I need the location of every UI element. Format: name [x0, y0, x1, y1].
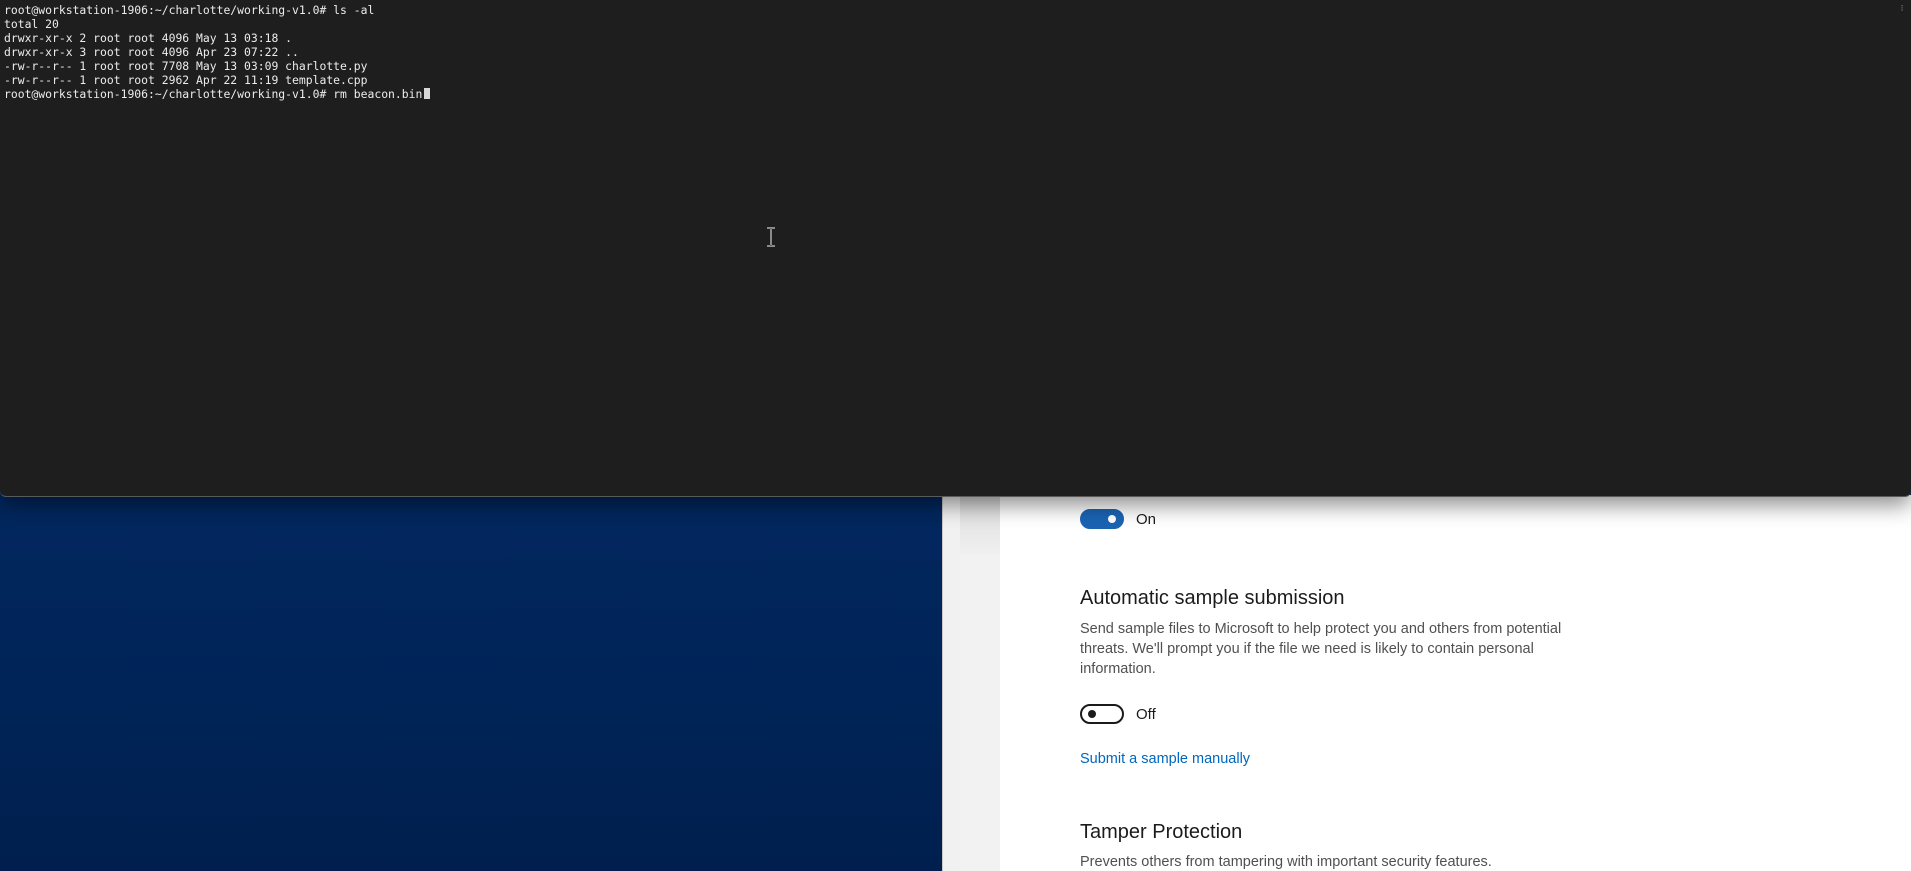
terminal-line: drwxr-xr-x 3 root root 4096 Apr 23 07:22… [4, 45, 299, 59]
automatic-sample-submission-title: Automatic sample submission [1080, 587, 1345, 609]
terminal-output: root@workstation-1906:~/charlotte/workin… [4, 3, 431, 101]
terminal-line: -rw-r--r-- 1 root root 2962 Apr 22 11:19… [4, 73, 368, 87]
window-edge [942, 495, 961, 871]
tamper-protection-title: Tamper Protection [1080, 821, 1243, 843]
automatic-sample-submission-toggle[interactable] [1080, 704, 1124, 724]
terminal-prompt: root@workstation-1906:~/charlotte/workin… [4, 87, 327, 101]
terminal-line: total 20 [4, 17, 59, 31]
terminal-line: -rw-r--r-- 1 root root 7708 May 13 03:09… [4, 59, 368, 73]
terminal-line: root@workstation-1906:~/charlotte/workin… [4, 3, 375, 17]
tamper-protection-description: Prevents others from tampering with impo… [1080, 854, 1492, 870]
desktop: On Automatic sample submission Send samp… [0, 0, 1911, 871]
cloud-protection-toggle[interactable] [1080, 509, 1124, 529]
text-cursor [424, 88, 431, 99]
desktop-wallpaper [0, 495, 942, 871]
settings-content-pane: On Automatic sample submission Send samp… [1000, 495, 1911, 871]
terminal-window[interactable]: root@workstation-1906:~/charlotte/workin… [0, 0, 1911, 497]
terminal-current-input[interactable]: rm beacon.bin [333, 87, 422, 101]
windows-security-window: On Automatic sample submission Send samp… [960, 495, 1911, 871]
automatic-sample-submission-description: Send sample files to Microsoft to help p… [1080, 621, 1562, 677]
terminal-line: drwxr-xr-x 2 root root 4096 May 13 03:18… [4, 31, 293, 45]
scrollbar-marker-icon[interactable]: ⁝ [1897, 4, 1907, 14]
submit-sample-manually-link[interactable]: Submit a sample manually [1080, 751, 1250, 767]
cloud-protection-toggle-label: On [1136, 511, 1157, 528]
ibeam-cursor-icon [767, 227, 775, 247]
automatic-sample-submission-toggle-label: Off [1136, 706, 1156, 723]
terminal-input-line[interactable]: root@workstation-1906:~/charlotte/workin… [4, 87, 431, 101]
